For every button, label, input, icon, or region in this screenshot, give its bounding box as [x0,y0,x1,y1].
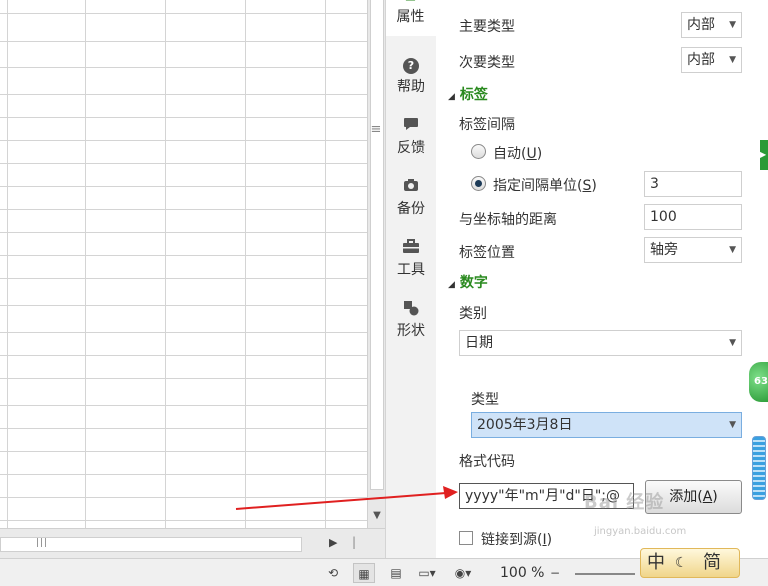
scroll-right-arrow-icon[interactable]: ▶ [329,536,337,549]
watermark-url: jingyan.baidu.com [594,526,687,537]
eye-protect-icon[interactable]: ◉▾ [452,563,474,583]
vertical-scroll-thumb[interactable] [370,0,384,490]
backup-icon [402,178,420,196]
chevron-down-icon: ▼ [729,420,736,430]
page-break-view-icon[interactable]: ▤ [385,563,407,583]
major-type-value: 内部 [687,17,715,33]
chevron-down-icon: ▼ [729,338,736,348]
spreadsheet-grid[interactable] [0,0,367,528]
type-label: 类型 [471,392,499,408]
specified-interval-text[interactable]: 指定间隔单位(S) [493,175,597,195]
tab-shapes[interactable]: 形状 [386,300,436,350]
side-tab-strip: ▣ 属性 ? 帮助 反馈 备份 工具 形状 [385,0,436,558]
speed-badge[interactable]: 63 [749,362,768,402]
major-type-dropdown[interactable]: 内部 ▼ [681,12,742,38]
label-interval-label: 标签间隔 [459,117,515,133]
pane-splitter-icon[interactable]: ≡ [368,122,384,138]
help-icon: ? [402,56,420,74]
network-meter [752,436,766,500]
tab-label: 帮助 [397,79,425,95]
ime-toolbar[interactable]: 中 ☾ 简 [640,548,740,578]
label-position-value: 轴旁 [650,242,678,258]
zoom-out-icon[interactable]: − [548,563,562,583]
tab-properties[interactable]: ▣ 属性 [386,0,436,36]
collapse-triangle-icon: ◢ [448,92,455,102]
tab-backup[interactable]: 备份 [386,178,436,228]
chevron-down-icon: ▼ [729,245,736,255]
scroll-grip-icon: ||| [36,538,49,548]
label-position-label: 标签位置 [459,245,515,261]
tab-label: 属性 [396,9,425,25]
shapes-icon [402,300,420,318]
type-value: 2005年3月8日 [477,417,573,433]
reading-layout-icon[interactable]: ▭▾ [416,563,438,583]
horizontal-scrollbar[interactable]: ||| ▶ | [0,528,385,558]
interval-unit-input[interactable]: 3 [644,171,742,197]
major-type-label: 主要类型 [459,19,515,35]
tab-label: 形状 [397,323,425,339]
properties-icon: ▣ [402,0,420,4]
chevron-down-icon: ▼ [729,55,736,65]
label-section-header[interactable]: ◢ 标签 [448,84,488,104]
ime-simplified-mode[interactable]: 简 [703,549,721,577]
category-label: 类别 [459,306,487,322]
normal-view-icon[interactable]: ▦ [353,563,375,583]
label-position-dropdown[interactable]: 轴旁 ▼ [644,237,742,263]
tab-help[interactable]: ? 帮助 [386,56,436,106]
macro-record-icon[interactable]: ⟲ [324,563,342,583]
zoom-level[interactable]: 100 % [500,563,544,583]
toolbox-icon [402,239,420,257]
link-to-source-checkbox[interactable] [459,531,473,545]
link-to-source-text[interactable]: 链接到源(I) [481,529,552,549]
minor-type-dropdown[interactable]: 内部 ▼ [681,47,742,73]
zoom-slider[interactable] [575,573,635,575]
auto-interval-radio[interactable] [471,144,486,159]
axis-distance-input[interactable]: 100 [644,204,742,230]
vertical-scrollbar[interactable]: ▼ [367,0,385,528]
feedback-icon [402,117,420,135]
tab-label: 反馈 [397,140,425,156]
tab-label: 备份 [397,201,425,217]
category-dropdown[interactable]: 日期 ▼ [459,330,742,356]
auto-interval-text[interactable]: 自动(U) [493,143,542,163]
ime-chinese-mode[interactable]: 中 [647,549,665,577]
scroll-down-arrow-icon[interactable]: ▼ [368,506,386,526]
tab-tools[interactable]: 工具 [386,239,436,289]
divider: | [352,535,357,549]
expand-panel-tab[interactable]: ▶ [760,140,768,170]
collapse-triangle-icon: ◢ [448,280,455,290]
minor-type-value: 内部 [687,52,715,68]
tab-label: 工具 [397,262,425,278]
format-code-label: 格式代码 [459,454,515,470]
tab-feedback[interactable]: 反馈 [386,117,436,167]
specified-interval-radio[interactable] [471,176,486,191]
type-dropdown[interactable]: 2005年3月8日 ▼ [471,412,742,438]
properties-panel: 主要类型 内部 ▼ 次要类型 内部 ▼ ◢ 标签 标签间隔 自动(U) 指定间隔单… [436,0,768,558]
axis-distance-label: 与坐标轴的距离 [459,212,557,228]
watermark-logo: Bai 经验 [584,492,665,513]
ime-moon-icon[interactable]: ☾ [675,549,688,577]
category-value: 日期 [465,335,493,351]
chevron-down-icon: ▼ [729,20,736,30]
number-section-header[interactable]: ◢ 数字 [448,272,488,292]
label-section-title: 标签 [459,87,488,103]
number-section-title: 数字 [459,275,488,291]
minor-type-label: 次要类型 [459,55,515,71]
